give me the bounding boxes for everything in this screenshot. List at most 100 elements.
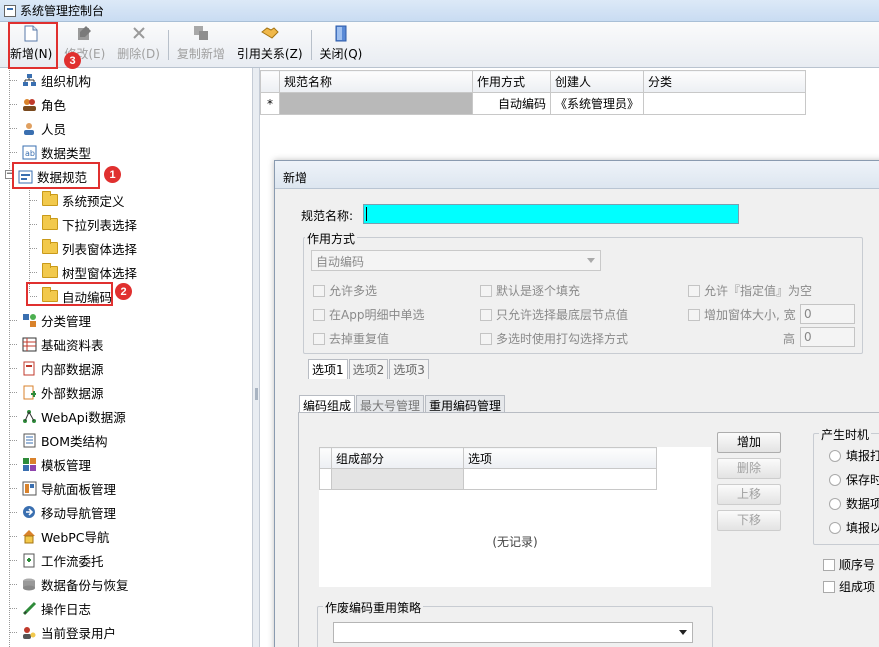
spec-name-label: 规范名称: — [301, 209, 354, 223]
tree-item-mobile-nav[interactable]: 移动导航管理 — [10, 501, 116, 523]
only-bottom-node-checkbox[interactable]: 只允许选择最底层节点值 — [480, 306, 628, 323]
step-badge-1: 1 — [104, 166, 121, 183]
tree-item-workflow[interactable]: 工作流委托 — [10, 549, 104, 571]
tree-item-basic-table[interactable]: 基础资料表 — [10, 333, 104, 355]
col-header-creator[interactable]: 创建人 — [549, 70, 645, 93]
category-icon — [22, 313, 37, 328]
tree-item-webpc-nav[interactable]: WebPC导航 — [10, 525, 110, 547]
tree-item-system-predefined[interactable]: 系统预定义 — [30, 189, 125, 211]
internal-source-icon — [22, 361, 37, 376]
move-down-button[interactable]: 下移 — [717, 510, 781, 531]
grid-corner — [260, 70, 280, 93]
tree-item-datatype[interactable]: ab 数据类型 — [10, 141, 91, 163]
copy-new-button[interactable]: 复制新增 — [171, 22, 231, 66]
pane-splitter[interactable] — [253, 68, 260, 647]
handshake-icon — [260, 24, 279, 42]
enlarge-window-checkbox[interactable]: 增加窗体大小, 宽 — [688, 306, 796, 323]
template-grid-icon — [22, 457, 37, 472]
delete-part-button[interactable]: 删除 — [717, 458, 781, 479]
mode-select[interactable]: 自动编码 — [311, 250, 601, 271]
default-fill-checkbox[interactable]: 默认是逐个填充 — [480, 282, 580, 299]
col-header-category[interactable]: 分类 — [643, 70, 807, 93]
timing-radio-4[interactable]: 填报以 — [829, 519, 879, 536]
tree-item-template[interactable]: 模板管理 — [10, 453, 91, 475]
timing-radio-1[interactable]: 填报打 — [829, 447, 879, 464]
cell-mode[interactable]: 自动编码 — [472, 92, 551, 115]
app-detail-single-checkbox[interactable]: 在App明细中单选 — [313, 306, 424, 323]
step-badge-2: 2 — [115, 283, 132, 300]
tree-item-list-window-select[interactable]: 列表窗体选择 — [30, 237, 137, 259]
row-marker: * — [260, 92, 280, 115]
external-source-icon — [22, 385, 37, 400]
close-button[interactable]: 关闭(Q) — [314, 22, 369, 66]
col-header-name[interactable]: 规范名称 — [279, 70, 473, 93]
tree-item-dropdown-select[interactable]: 下拉列表选择 — [30, 213, 137, 235]
table-row[interactable]: * 自动编码 《系统管理员》 — [260, 92, 807, 115]
navigation-tree: 组织机构 角色 人员 ab 数据类型 − 数据规范 系统预定义 下拉列表选择 列… — [0, 68, 253, 647]
edit-icon — [76, 24, 94, 42]
tab-option-2[interactable]: 选项2 — [348, 359, 389, 379]
tree-item-bom[interactable]: BOM类结构 — [10, 429, 107, 451]
dedupe-checkbox[interactable]: 去掉重复值 — [313, 330, 389, 347]
tree-item-webapi-source[interactable]: WebApi数据源 — [10, 405, 126, 427]
col-header-option[interactable]: 选项 — [463, 447, 657, 469]
sequence-checkbox[interactable]: 顺序号 — [823, 556, 875, 573]
users-group-icon — [22, 97, 37, 112]
cell-part[interactable] — [331, 468, 464, 490]
reference-button[interactable]: 引用关系(Z) — [231, 22, 309, 66]
tree-item-role[interactable]: 角色 — [10, 93, 66, 115]
tree-item-backup[interactable]: 数据备份与恢复 — [10, 573, 129, 595]
tree-item-category[interactable]: 分类管理 — [10, 309, 91, 331]
cell-option[interactable] — [463, 468, 657, 490]
network-icon — [22, 409, 37, 424]
tree-collapse-toggle[interactable]: − — [5, 170, 14, 179]
toolbar-separator-2 — [310, 30, 312, 60]
data-spec-icon — [18, 169, 33, 184]
delete-button[interactable]: 删除(D) — [111, 22, 166, 66]
folder-icon — [42, 239, 58, 254]
allow-specified-empty-checkbox[interactable]: 允许『指定值』为空 — [688, 282, 812, 299]
table-row[interactable] — [319, 468, 657, 490]
workflow-icon — [22, 553, 37, 568]
composition-item-checkbox[interactable]: 组成项 — [823, 578, 875, 595]
cell-name[interactable] — [279, 92, 473, 115]
code-composition-panel: 组成部分 选项 (无记录) 增加 删除 上移 下移 产生时机 填报打 保存时 数… — [298, 412, 879, 647]
delete-x-icon — [130, 24, 148, 42]
tree-item-auto-code[interactable]: 自动编码 — [30, 285, 112, 307]
tree-item-org[interactable]: 组织机构 — [10, 69, 91, 91]
tab-option-3[interactable]: 选项3 — [389, 359, 429, 379]
col-header-mode[interactable]: 作用方式 — [472, 70, 551, 93]
multi-checkbox-mode-checkbox[interactable]: 多选时使用打勾选择方式 — [480, 330, 628, 347]
window-title: 系统管理控制台 — [20, 4, 105, 18]
window-width-input[interactable]: 0 — [800, 304, 855, 324]
tree-item-person[interactable]: 人员 — [10, 117, 66, 139]
col-header-part[interactable]: 组成部分 — [331, 447, 464, 469]
spec-grid: 规范名称 作用方式 创建人 分类 * 自动编码 《系统管理员》 — [260, 70, 807, 115]
tab-option-1[interactable]: 选项1 — [308, 359, 348, 379]
spec-name-input[interactable] — [363, 204, 739, 224]
tree-item-external-source[interactable]: 外部数据源 — [10, 381, 104, 403]
tree-item-nav-panel[interactable]: 导航面板管理 — [10, 477, 116, 499]
tree-item-current-user[interactable]: 当前登录用户 — [10, 621, 116, 643]
user-icon — [22, 121, 37, 136]
app-icon — [4, 4, 16, 17]
timing-radio-3[interactable]: 数据项 — [829, 495, 879, 512]
tree-item-oplog[interactable]: 操作日志 — [10, 597, 91, 619]
nav-panel-icon — [22, 481, 37, 496]
timing-group-title: 产生时机 — [819, 426, 872, 443]
folder-icon — [42, 191, 58, 206]
new-button[interactable]: 新增(N) — [4, 22, 58, 66]
timing-radio-2[interactable]: 保存时 — [829, 471, 879, 488]
add-part-button[interactable]: 增加 — [717, 432, 781, 453]
move-up-button[interactable]: 上移 — [717, 484, 781, 505]
cell-category[interactable] — [643, 92, 807, 115]
allow-multi-checkbox[interactable]: 允许多选 — [313, 282, 377, 299]
tree-item-data-spec[interactable]: 数据规范 — [18, 165, 87, 187]
reuse-strategy-select[interactable] — [333, 622, 693, 643]
window-height-input[interactable]: 0 — [800, 327, 855, 347]
tree-item-tree-window-select[interactable]: 树型窗体选择 — [30, 261, 137, 283]
new-document-icon — [22, 24, 40, 42]
tree-item-internal-source[interactable]: 内部数据源 — [10, 357, 104, 379]
copy-icon — [192, 24, 210, 42]
cell-creator[interactable]: 《系统管理员》 — [549, 92, 645, 115]
